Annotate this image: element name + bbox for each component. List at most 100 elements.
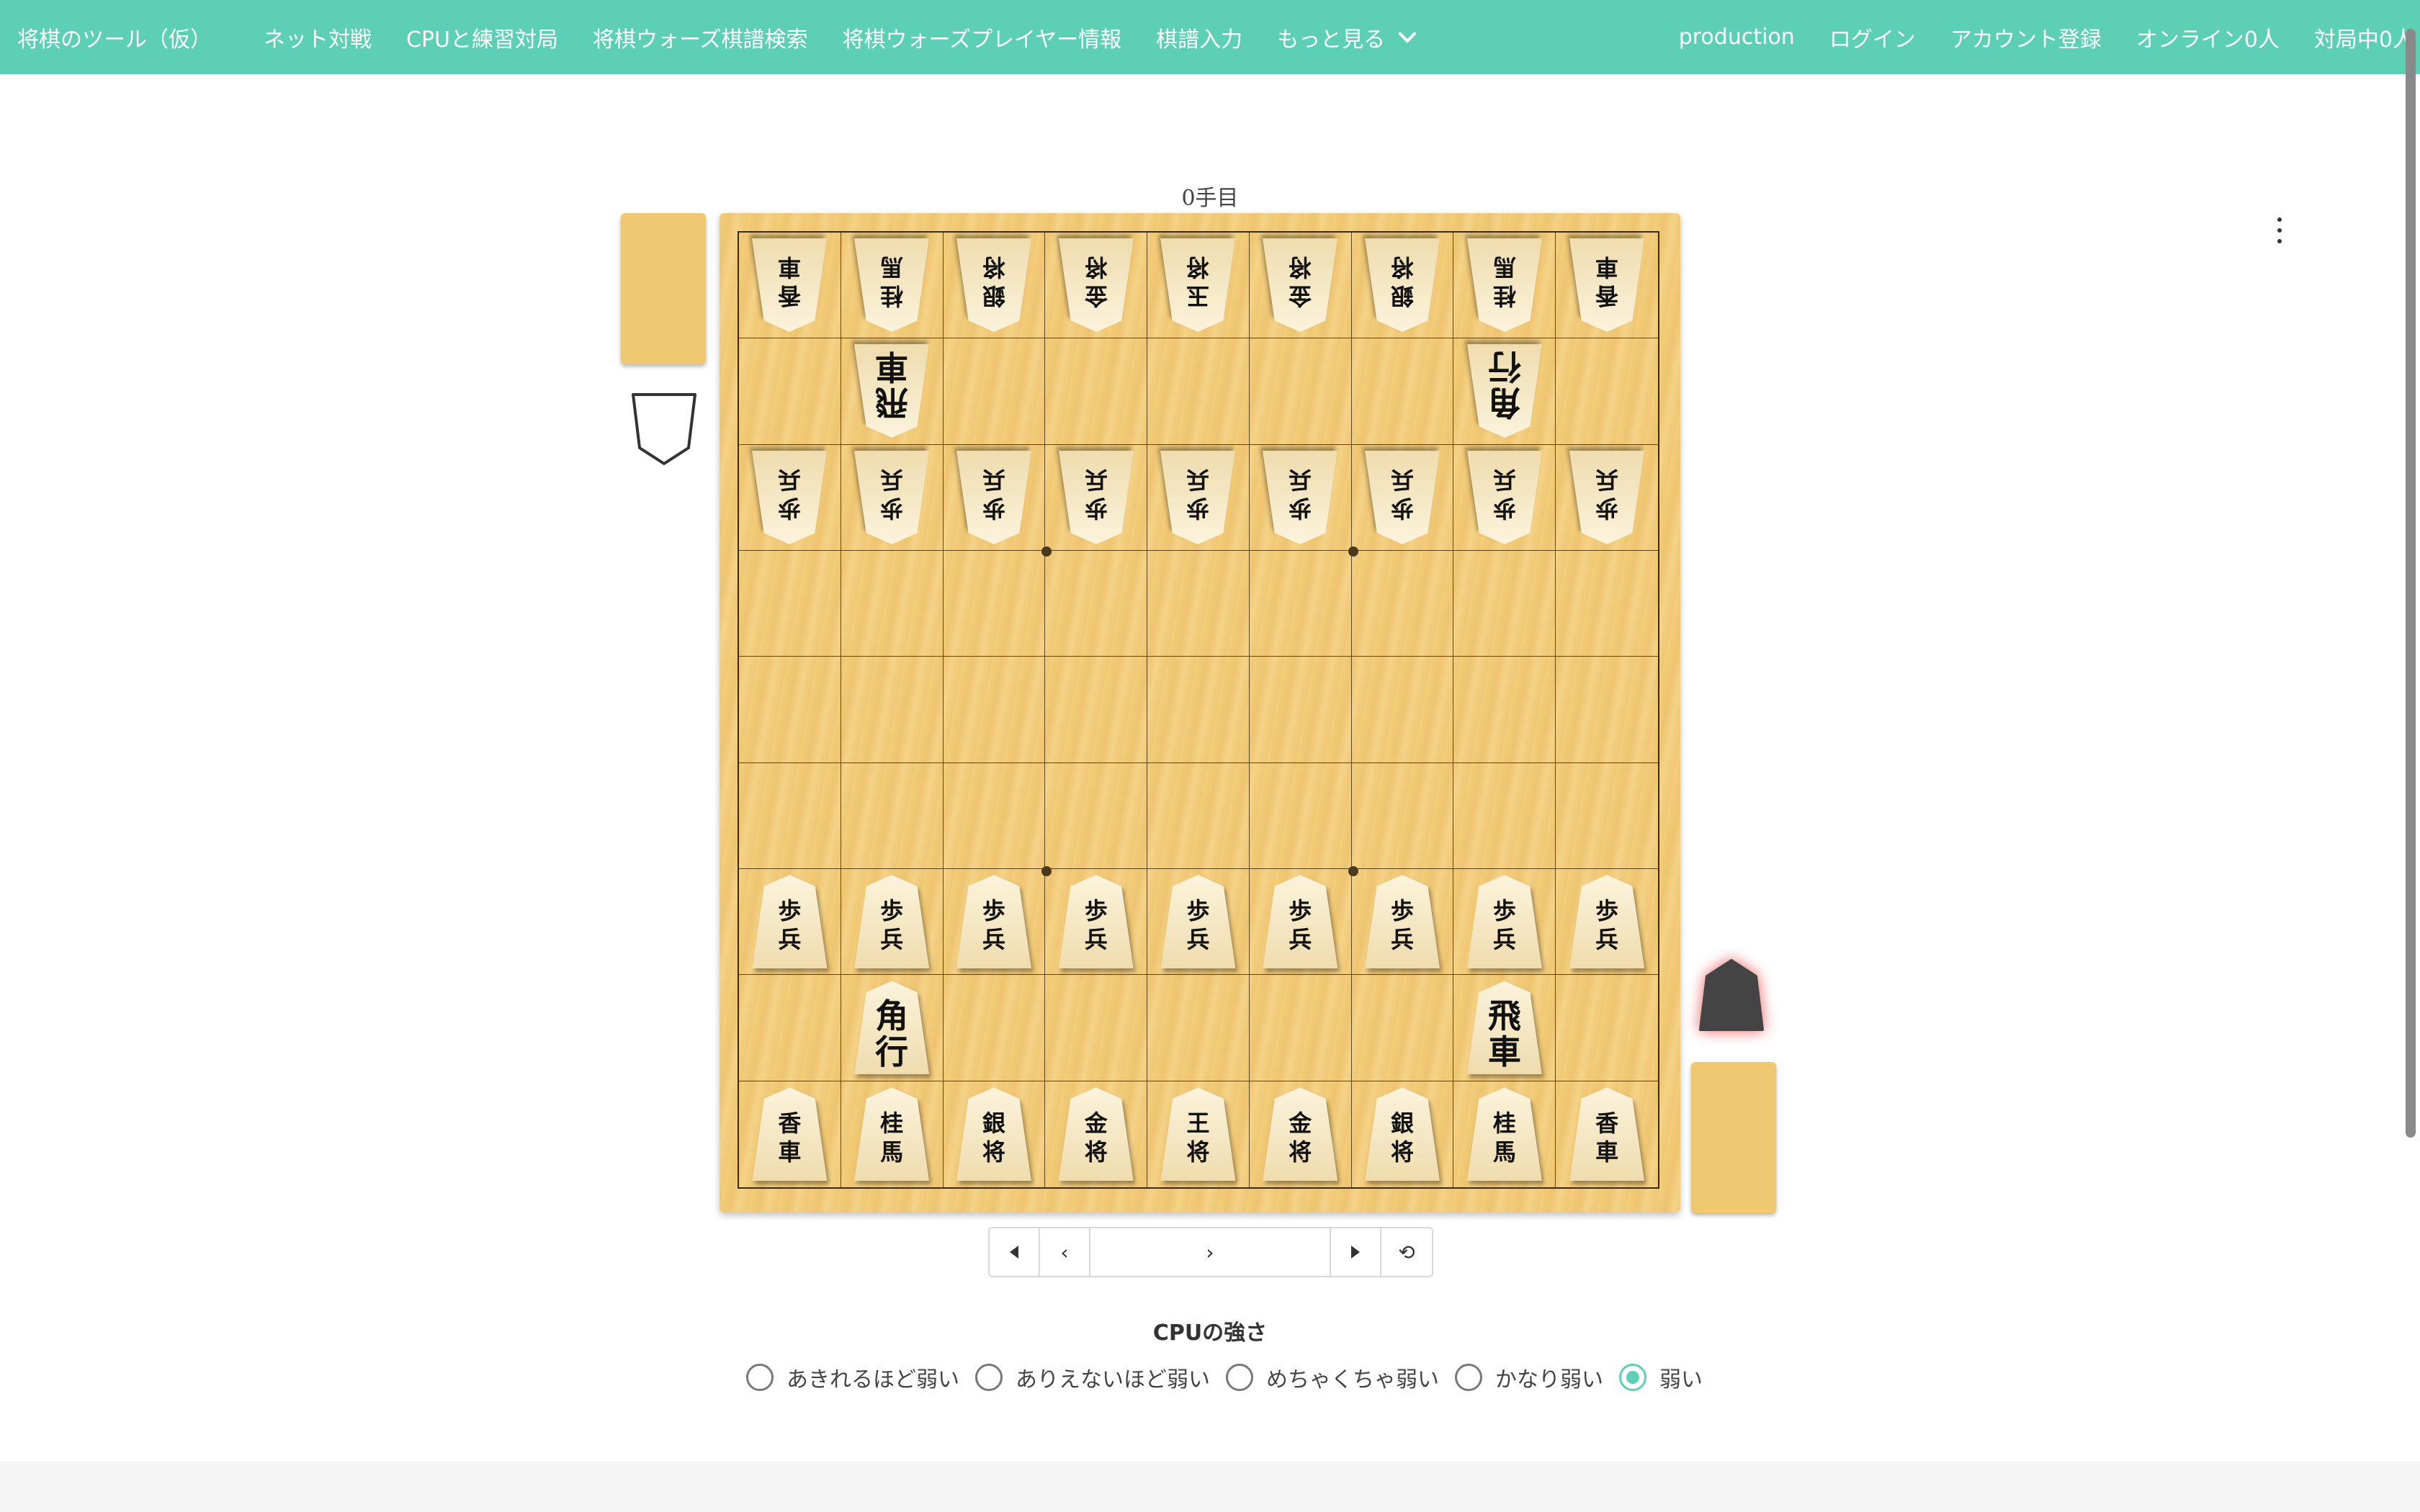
shogi-piece[interactable]: 歩兵	[1365, 875, 1440, 969]
board-square[interactable]: 歩兵	[841, 868, 944, 976]
board-square[interactable]	[739, 338, 841, 445]
board-square[interactable]: 香車	[739, 1081, 841, 1187]
cpu-strength-option[interactable]: めちゃくちゃ弱い	[1226, 1362, 1439, 1393]
next-move-button[interactable]: ›	[1090, 1228, 1331, 1276]
board-square[interactable]: 金将	[1045, 233, 1148, 339]
board-square[interactable]	[1556, 975, 1658, 1081]
board-square[interactable]	[943, 762, 1046, 869]
board-square[interactable]	[1249, 338, 1352, 445]
nav-item-cpu-practice[interactable]: CPUと練習対局	[389, 0, 575, 74]
nav-item-login[interactable]: ログイン	[1812, 0, 1933, 74]
board-square[interactable]: 桂馬	[841, 233, 944, 339]
shogi-piece[interactable]: 香車	[752, 1087, 828, 1182]
board-square[interactable]: 歩兵	[1045, 868, 1148, 976]
nav-item-register[interactable]: アカウント登録	[1933, 0, 2119, 74]
board-square[interactable]: 歩兵	[1453, 444, 1556, 551]
nav-item-environment[interactable]: production	[1662, 0, 1812, 74]
first-move-button[interactable]	[990, 1228, 1040, 1276]
flip-board-button[interactable]: ⟲	[1381, 1228, 1432, 1276]
board-square[interactable]	[739, 657, 841, 763]
shogi-piece[interactable]: 金将	[1058, 1087, 1134, 1182]
board-square[interactable]	[1351, 762, 1454, 869]
shogi-piece[interactable]: 銀将	[956, 238, 1031, 332]
board-square[interactable]: 歩兵	[1556, 869, 1658, 976]
cpu-strength-option[interactable]: ありえないほど弱い	[975, 1362, 1210, 1393]
shogi-piece[interactable]: 歩兵	[854, 875, 930, 969]
shogi-board[interactable]: 香車桂馬銀将金将玉将金将銀将桂馬香車飛車角行歩兵歩兵歩兵歩兵歩兵歩兵歩兵歩兵歩兵…	[720, 213, 1680, 1212]
nav-brand[interactable]: 将棋のツール（仮）	[0, 0, 246, 74]
radio-button[interactable]	[746, 1364, 774, 1391]
board-square[interactable]: 香車	[1556, 233, 1658, 339]
board-square[interactable]	[1556, 657, 1658, 763]
board-square[interactable]: 歩兵	[1045, 444, 1148, 551]
shogi-piece[interactable]: 歩兵	[752, 451, 827, 544]
shogi-piece[interactable]: 銀将	[1365, 238, 1440, 332]
board-square[interactable]	[739, 762, 841, 869]
board-square[interactable]: 金将	[1045, 1081, 1148, 1187]
board-square[interactable]: 桂馬	[1453, 1081, 1556, 1187]
board-square[interactable]: 銀将	[944, 1081, 1046, 1187]
board-square[interactable]	[1045, 657, 1148, 763]
radio-button[interactable]	[1226, 1364, 1253, 1391]
sente-piece-stand[interactable]	[1691, 1062, 1776, 1213]
board-square[interactable]	[1147, 657, 1250, 763]
board-square[interactable]: 桂馬	[1453, 233, 1556, 339]
shogi-piece[interactable]: 金将	[1263, 1087, 1338, 1182]
nav-item-online-match[interactable]: ネット対戦	[246, 0, 389, 74]
board-square[interactable]: 歩兵	[739, 868, 841, 976]
board-square[interactable]: 香車	[1556, 1081, 1658, 1187]
board-square[interactable]: 歩兵	[1556, 445, 1658, 551]
board-square[interactable]	[1351, 338, 1454, 445]
board-square[interactable]: 角行	[1453, 338, 1556, 445]
shogi-piece[interactable]: 角行	[854, 981, 930, 1075]
board-square[interactable]: 歩兵	[841, 444, 944, 551]
board-square[interactable]	[1453, 657, 1556, 763]
board-square[interactable]: 歩兵	[1351, 868, 1454, 976]
board-square[interactable]: 角行	[841, 975, 944, 1081]
page-scrollbar[interactable]	[2406, 29, 2416, 1138]
board-square[interactable]: 歩兵	[1249, 868, 1352, 976]
board-square[interactable]	[1453, 762, 1556, 869]
board-square[interactable]	[739, 975, 841, 1081]
shogi-piece[interactable]: 香車	[1569, 1087, 1645, 1182]
board-square[interactable]	[1249, 762, 1352, 869]
board-square[interactable]	[1045, 338, 1148, 445]
shogi-piece[interactable]: 桂馬	[1466, 1087, 1542, 1182]
shogi-piece[interactable]: 歩兵	[1365, 451, 1440, 544]
board-square[interactable]: 飛車	[841, 338, 944, 445]
shogi-piece[interactable]: 王将	[1160, 1087, 1236, 1182]
shogi-piece[interactable]: 歩兵	[1466, 875, 1542, 969]
shogi-piece[interactable]: 玉将	[1160, 238, 1235, 332]
board-square[interactable]	[1453, 550, 1556, 657]
board-square[interactable]	[943, 338, 1046, 445]
nav-item-playing-count[interactable]: 対局中0人	[2297, 0, 2420, 74]
board-square[interactable]	[1045, 550, 1148, 657]
prev-move-button[interactable]: ‹	[1040, 1228, 1090, 1276]
board-square[interactable]	[841, 762, 944, 869]
board-square[interactable]	[1147, 550, 1250, 657]
board-square[interactable]	[1147, 338, 1250, 445]
shogi-piece[interactable]: 歩兵	[1569, 451, 1644, 544]
shogi-piece[interactable]: 歩兵	[854, 451, 929, 544]
radio-button[interactable]	[1455, 1364, 1482, 1391]
shogi-piece[interactable]: 飛車	[854, 344, 929, 438]
board-square[interactable]	[943, 975, 1046, 1081]
board-square[interactable]	[1351, 975, 1454, 1081]
shogi-piece[interactable]: 香車	[1569, 238, 1644, 332]
nav-item-kifu-input[interactable]: 棋譜入力	[1139, 0, 1260, 74]
board-square[interactable]: 歩兵	[943, 444, 1046, 551]
board-square[interactable]	[1556, 338, 1658, 445]
shogi-piece[interactable]: 銀将	[956, 1087, 1031, 1182]
shogi-piece[interactable]: 歩兵	[1467, 451, 1542, 544]
board-square[interactable]: 銀将	[1352, 1081, 1454, 1187]
nav-item-wars-player-info[interactable]: 将棋ウォーズプレイヤー情報	[825, 0, 1139, 74]
board-square[interactable]	[1249, 657, 1352, 763]
board-square[interactable]: 飛車	[1453, 975, 1556, 1081]
cpu-strength-option[interactable]: かなり弱い	[1455, 1362, 1603, 1393]
nav-item-more[interactable]: もっと見る	[1260, 0, 1431, 74]
shogi-piece[interactable]: 桂馬	[1467, 238, 1542, 332]
board-square[interactable]	[739, 550, 841, 657]
board-square[interactable]: 桂馬	[841, 1081, 944, 1187]
last-move-button[interactable]	[1331, 1228, 1381, 1276]
board-square[interactable]: 玉将	[1147, 233, 1250, 339]
